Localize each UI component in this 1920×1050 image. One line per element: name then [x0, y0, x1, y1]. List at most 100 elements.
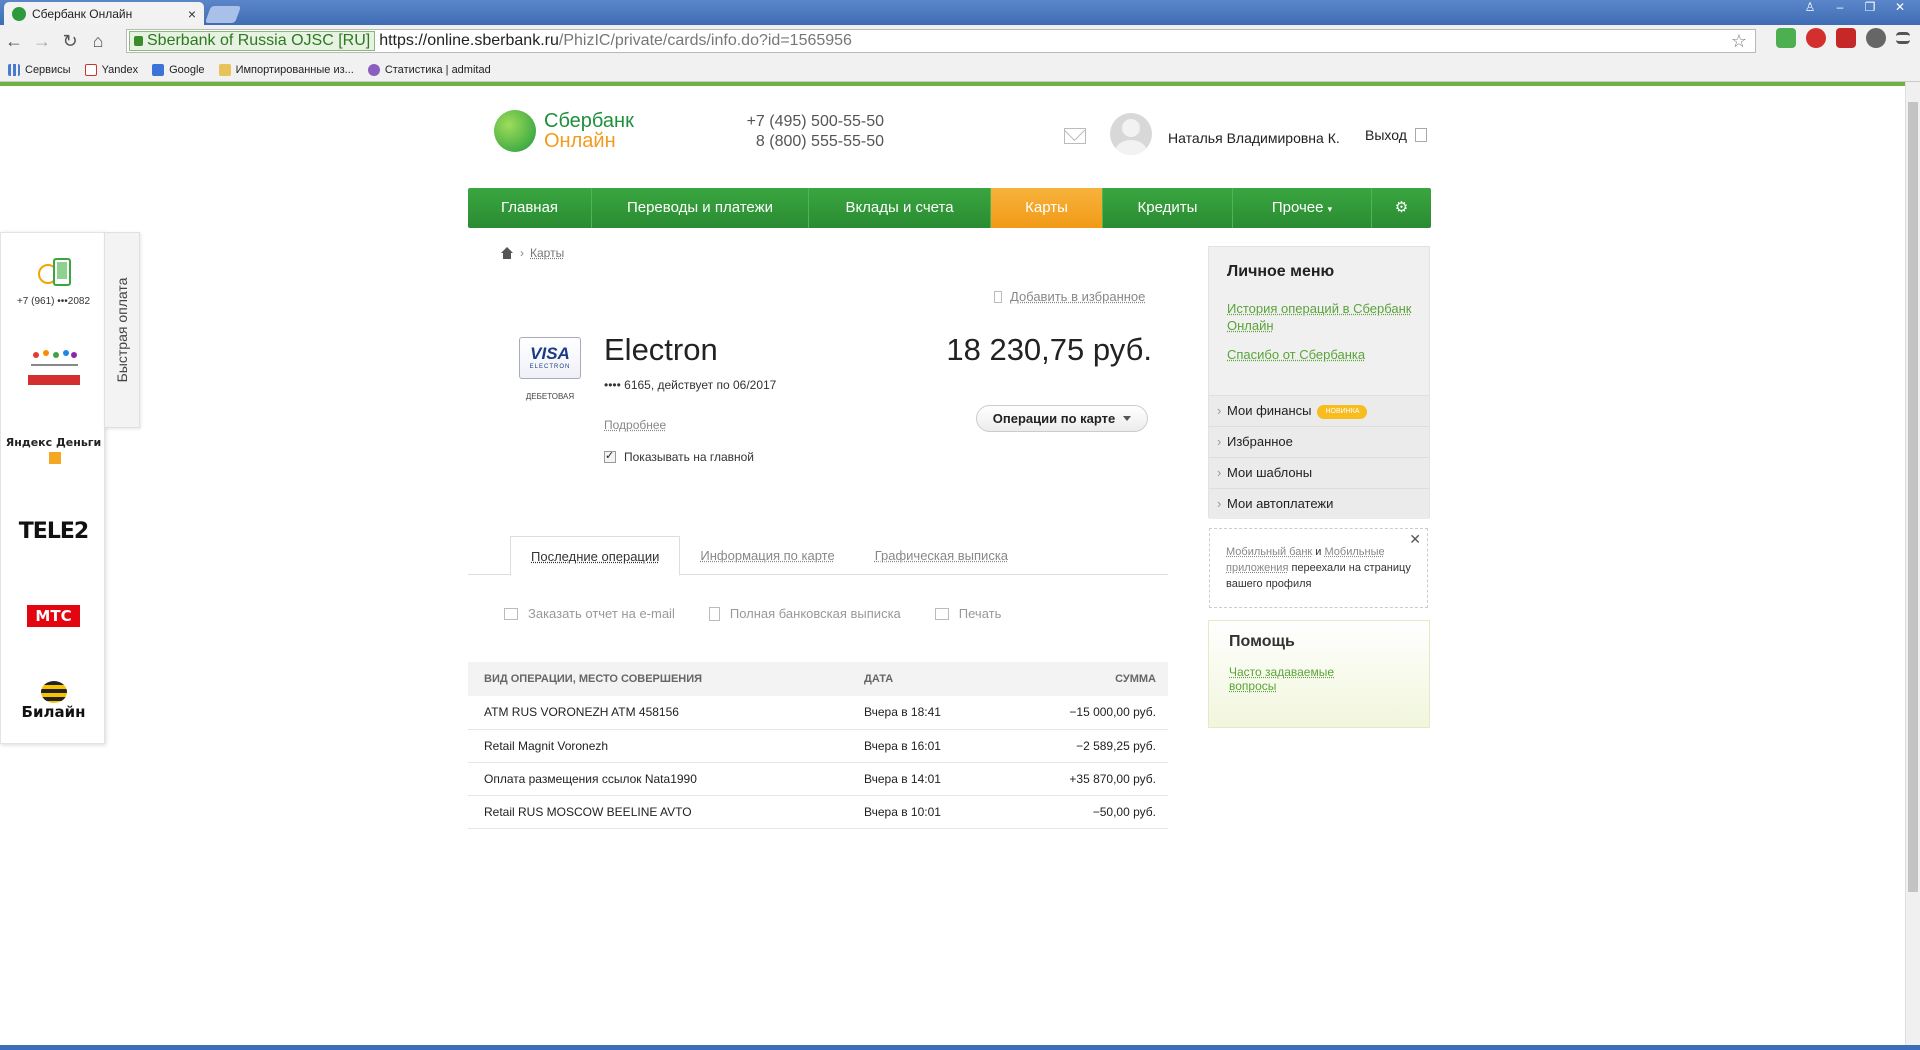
user-icon[interactable]: ♙ [1796, 0, 1824, 16]
url-host: https://online.sberbank.ru [379, 32, 559, 49]
quick-pay-yandex-money[interactable]: Яндекс Деньги [1, 433, 106, 469]
bookmark-imported[interactable]: Импортированные из... [218, 63, 354, 76]
operations-table: ВИД ОПЕРАЦИИ, МЕСТО СОВЕРШЕНИЯ ДАТА СУММ… [468, 662, 1168, 829]
maximize-icon[interactable]: ❐ [1856, 0, 1884, 16]
main-navigation: Главная Переводы и платежи Вклады и счет… [468, 188, 1431, 228]
logout-button[interactable]: Выход [1365, 127, 1427, 143]
phone-russia: 8 (800) 555-55-50 [755, 133, 884, 150]
vertical-scrollbar[interactable] [1905, 82, 1920, 1045]
browser-tabstrip: Сбербанк Онлайн × ♙ – ❐ ✕ [0, 0, 1920, 25]
operation-date: Вчера в 14:01 [848, 762, 1028, 796]
nav-transfers[interactable]: Переводы и платежи [592, 188, 809, 228]
close-icon[interactable]: ✕ [1409, 531, 1421, 547]
apps-icon [8, 63, 20, 76]
nav-credits[interactable]: Кредиты [1103, 188, 1233, 228]
bookmark-yandex[interactable]: Yandex [84, 63, 138, 76]
show-on-main-option[interactable]: Показывать на главной [604, 449, 754, 464]
nav-deposits[interactable]: Вклады и счета [809, 188, 991, 228]
bookmark-admitad[interactable]: Статистика | admitad [367, 63, 491, 76]
sberbank-online-logo[interactable]: Сбербанк Онлайн [494, 110, 634, 152]
extension-red-icon[interactable] [1836, 28, 1856, 48]
quick-pay-tab[interactable]: Быстрая оплата [104, 232, 140, 428]
home-icon[interactable] [500, 247, 514, 259]
nav-other[interactable]: Прочее ▾ [1233, 188, 1372, 228]
table-row[interactable]: Retail RUS MOSCOW BEELINE AVTO Вчера в 1… [468, 795, 1168, 829]
adblock-icon[interactable] [1806, 28, 1826, 48]
breadcrumb-separator: › [520, 246, 524, 260]
mts-logo: МТС [27, 605, 80, 627]
settings-button[interactable]: ⚙ [1372, 188, 1431, 228]
card-operations-button[interactable]: Операции по карте [976, 405, 1148, 432]
operation-amount: −50,00 руб. [1028, 795, 1168, 829]
visa-electron-logo: VISA ELECTRON [519, 337, 581, 379]
menu-item-autopayments[interactable]: Мои автоплатежи [1209, 488, 1429, 519]
show-on-main-checkbox[interactable] [604, 449, 616, 463]
card-details-link[interactable]: Подробнее [604, 418, 666, 432]
faq-link[interactable]: Часто задаваемые вопросы [1229, 665, 1349, 693]
extension-gray-icon[interactable] [1866, 28, 1886, 48]
operation-name: ATM RUS VORONEZH ATM 458156 [468, 696, 848, 730]
scrollbar-thumb[interactable] [1908, 102, 1918, 892]
ev-certificate-badge[interactable]: Sberbank of Russia OJSC [RU] [129, 31, 376, 51]
tab-card-info[interactable]: Информация по карте [680, 536, 854, 575]
personal-menu: Личное меню История операций в Сбербанк … [1208, 246, 1430, 519]
table-row[interactable]: Оплата размещения ссылок Nata1990 Вчера … [468, 762, 1168, 796]
tab-title: Сбербанк Онлайн [32, 6, 133, 21]
menu-item-my-finances[interactable]: Мои финансыНОВИНКА [1209, 395, 1429, 426]
bookmark-apps[interactable]: Сервисы [8, 63, 71, 76]
operation-amount: −2 589,25 руб. [1028, 729, 1168, 763]
user-name-link[interactable]: Наталья Владимировна К. [1168, 130, 1340, 146]
tab-graphic-statement[interactable]: Графическая выписка [855, 536, 1028, 575]
operation-date: Вчера в 18:41 [848, 696, 1028, 730]
quick-pay-phone[interactable]: +7 (961) •••2082 [1, 257, 106, 307]
envelope-icon [504, 607, 518, 620]
chevron-down-icon: ▾ [1327, 204, 1333, 214]
forward-icon[interactable]: → [28, 31, 56, 52]
operations-history-link[interactable]: История операций в Сбербанк Онлайн [1227, 300, 1417, 334]
avatar[interactable] [1110, 113, 1152, 155]
window-close-icon[interactable]: ✕ [1886, 0, 1914, 16]
breadcrumb-cards[interactable]: Карты [530, 246, 564, 260]
bookmark-star-icon[interactable]: ☆ [1731, 31, 1747, 52]
personal-menu-title: Личное меню [1227, 263, 1335, 280]
quick-pay-charity[interactable] [1, 345, 106, 394]
back-icon[interactable]: ← [0, 31, 28, 52]
spasibo-link[interactable]: Спасибо от Сбербанка [1227, 346, 1417, 363]
full-statement-button[interactable]: Полная банковская выписка [708, 606, 901, 621]
print-button[interactable]: Печать [934, 606, 1001, 621]
gear-icon: ⚙ [1394, 199, 1409, 216]
mobile-bank-link[interactable]: Мобильный банк [1226, 546, 1312, 558]
table-row[interactable]: ATM RUS VORONEZH ATM 458156 Вчера в 18:4… [468, 696, 1168, 730]
help-title: Помощь [1229, 633, 1295, 650]
bookmark-google[interactable]: Google [152, 63, 205, 76]
quick-pay-beeline[interactable]: Билайн [1, 681, 106, 722]
tab-recent-operations[interactable]: Последние операции [510, 536, 681, 576]
nav-cards[interactable]: Карты [991, 188, 1103, 228]
email-report-button[interactable]: Заказать отчет на e-mail [504, 606, 675, 621]
column-amount: СУММА [1028, 662, 1168, 696]
menu-icon[interactable] [1896, 32, 1910, 44]
envelope-icon[interactable] [1064, 128, 1086, 144]
card-info: •••• 6165, действует по 06/2017 [604, 378, 777, 392]
nav-main[interactable]: Главная [468, 188, 592, 228]
new-tab-button[interactable] [204, 6, 242, 23]
close-icon[interactable]: × [188, 6, 196, 22]
logo-line1: Сбербанк [544, 110, 634, 132]
breadcrumb: › Карты [500, 246, 564, 260]
operation-amount: −15 000,00 руб. [1028, 696, 1168, 730]
address-bar[interactable]: Sberbank of Russia OJSC [RU] https://onl… [126, 29, 1756, 53]
browser-tab[interactable]: Сбербанк Онлайн × [4, 2, 204, 25]
quick-pay-tele2[interactable]: TELE2 [1, 519, 106, 544]
reload-icon[interactable]: ↻ [56, 31, 84, 52]
card-tabs: Последние операции Информация по карте Г… [510, 536, 1028, 576]
operation-name: Retail RUS MOSCOW BEELINE AVTO [468, 795, 848, 829]
home-button-icon[interactable]: ⌂ [84, 31, 112, 52]
quick-pay-mts[interactable]: МТС [1, 605, 106, 627]
extension-green-icon[interactable] [1776, 28, 1796, 48]
menu-item-favorites[interactable]: Избранное [1209, 426, 1429, 457]
add-to-favorites-link[interactable]: Добавить в избранное [994, 289, 1145, 304]
minimize-icon[interactable]: – [1826, 0, 1854, 16]
table-row[interactable]: Retail Magnit Voronezh Вчера в 16:01 −2 … [468, 729, 1168, 763]
menu-item-templates[interactable]: Мои шаблоны [1209, 457, 1429, 488]
column-date: ДАТА [848, 662, 1028, 696]
